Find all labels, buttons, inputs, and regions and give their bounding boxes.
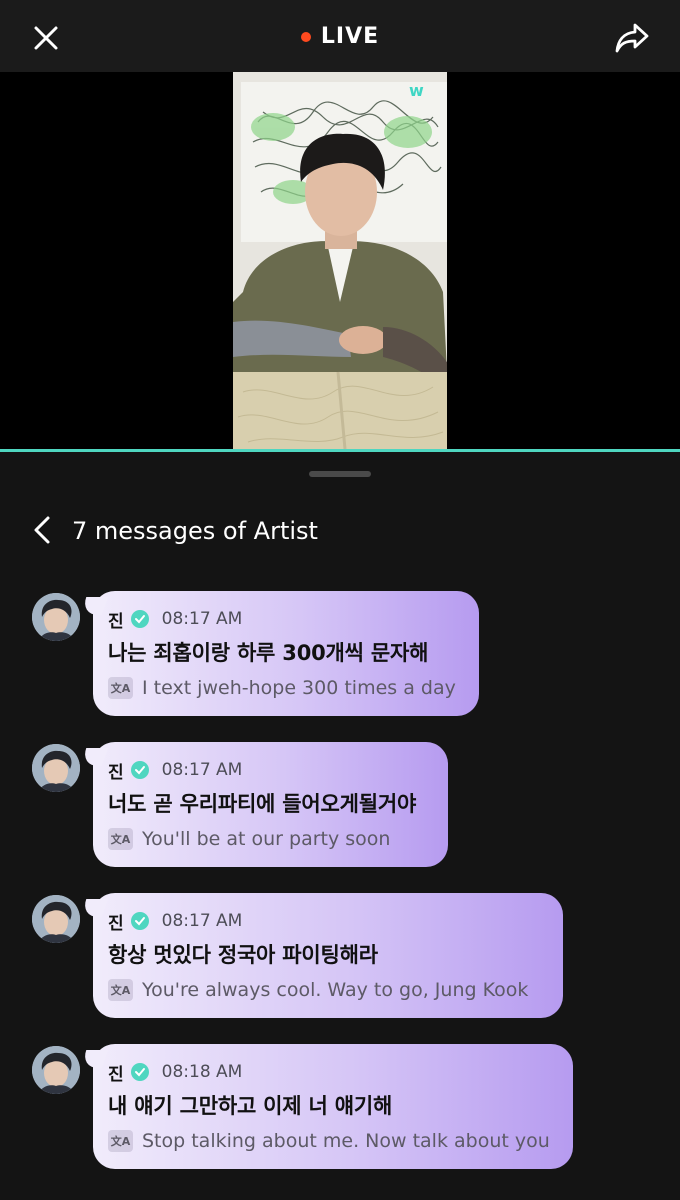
message-time: 08:17 AM (161, 911, 243, 931)
message-item: 진 08:17 AM 너도 곧 우리파티에 들어오게될거야 文A You'll … (0, 742, 680, 870)
message-time: 08:18 AM (161, 1062, 243, 1082)
panel-title: 7 messages of Artist (72, 517, 318, 545)
translation-row[interactable]: 文A You're always cool. Way to go, Jung K… (108, 979, 547, 1001)
sender-name: 진 (108, 913, 124, 934)
message-text: 내 얘기 그만하고 이제 너 얘기해 (108, 1094, 393, 1118)
sender-name: 진 (108, 762, 124, 783)
messages-header: 7 messages of Artist (0, 508, 680, 554)
verified-badge-icon (130, 761, 149, 779)
live-indicator: LIVE (0, 24, 680, 49)
translate-icon: 文A (108, 677, 133, 699)
message-time: 08:17 AM (161, 609, 243, 629)
message-item: 진 08:18 AM 내 얘기 그만하고 이제 너 얘기해 文A Stop ta… (0, 1044, 680, 1172)
translation-text: I text jweh-hope 300 times a day (142, 677, 456, 699)
translation-text: You're always cool. Way to go, Jung Kook (142, 979, 529, 1001)
message-bubble[interactable]: 진 08:17 AM 항상 멋있다 정국아 파이팅해라 文A You're al… (93, 893, 563, 1018)
message-item: 진 08:17 AM 항상 멋있다 정국아 파이팅해라 文A You're al… (0, 893, 680, 1021)
live-dot-icon (300, 31, 311, 42)
message-time: 08:17 AM (161, 760, 243, 780)
message-bubble[interactable]: 진 08:17 AM 너도 곧 우리파티에 들어오게될거야 文A You'll … (93, 742, 448, 867)
message-text: 나는 죄홉이랑 하루 300개씩 문자해 (108, 641, 429, 665)
message-text: 항상 멋있다 정국아 파이팅해라 (108, 943, 378, 967)
top-bar: LIVE (0, 0, 680, 72)
sender-name: 진 (108, 1064, 124, 1085)
share-icon (615, 23, 649, 53)
video-person-image: w (233, 72, 447, 449)
avatar[interactable] (32, 1046, 80, 1094)
drag-handle[interactable] (309, 471, 371, 477)
chevron-left-icon (34, 516, 50, 544)
live-label: LIVE (320, 24, 380, 49)
message-text: 너도 곧 우리파티에 들어오게될거야 (108, 792, 417, 816)
message-item: 진 08:17 AM 나는 죄홉이랑 하루 300개씩 문자해 文A I tex… (0, 591, 680, 719)
translate-icon: 文A (108, 1130, 133, 1152)
avatar[interactable] (32, 744, 80, 792)
translation-row[interactable]: 文A Stop talking about me. Now talk about… (108, 1130, 557, 1152)
verified-badge-icon (130, 912, 149, 930)
verified-badge-icon (130, 610, 149, 628)
video-player[interactable]: w (0, 72, 680, 449)
message-bubble[interactable]: 진 08:17 AM 나는 죄홉이랑 하루 300개씩 문자해 文A I tex… (93, 591, 479, 716)
svg-text:w: w (409, 81, 424, 100)
back-button[interactable] (24, 510, 60, 550)
translation-row[interactable]: 文A I text jweh-hope 300 times a day (108, 677, 463, 699)
video-progress-bar (0, 449, 680, 452)
sender-name: 진 (108, 611, 124, 632)
translate-icon: 文A (108, 828, 133, 850)
share-button[interactable] (610, 16, 654, 60)
translation-row[interactable]: 文A You'll be at our party soon (108, 828, 432, 850)
verified-badge-icon (130, 1063, 149, 1081)
live-video-frame: w (233, 72, 447, 449)
avatar[interactable] (32, 895, 80, 943)
translate-icon: 文A (108, 979, 133, 1001)
avatar[interactable] (32, 593, 80, 641)
translation-text: You'll be at our party soon (142, 828, 391, 850)
translation-text: Stop talking about me. Now talk about yo… (142, 1130, 550, 1152)
message-bubble[interactable]: 진 08:18 AM 내 얘기 그만하고 이제 너 얘기해 文A Stop ta… (93, 1044, 573, 1169)
